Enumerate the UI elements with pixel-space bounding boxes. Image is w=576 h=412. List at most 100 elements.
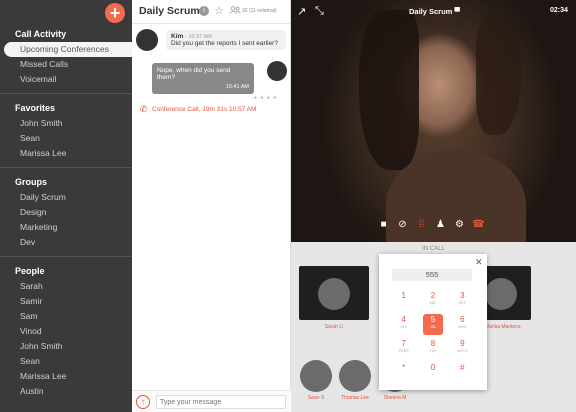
- sidebar-item-sarah[interactable]: Sarah: [0, 279, 132, 294]
- avatar: [267, 61, 287, 81]
- dial-key-letters: MNO: [458, 325, 467, 329]
- section-title-groups: Groups: [15, 177, 48, 187]
- video-title-text: Daily Scrum: [409, 7, 453, 16]
- in-call-label: IN CALL: [422, 246, 445, 252]
- star-icon[interactable]: ☆: [214, 4, 224, 17]
- dial-key-letters: JKL: [429, 325, 436, 329]
- dial-key-digit: 7: [401, 339, 406, 348]
- participant-sarah-li[interactable]: Sarah Li: [318, 278, 350, 330]
- sidebar-item-sean[interactable]: Sean: [0, 131, 132, 146]
- dial-key-digit: 6: [460, 315, 465, 324]
- collapse-icon[interactable]: ⤡: [315, 5, 324, 18]
- dial-key-digit: 0: [430, 363, 436, 372]
- info-icon[interactable]: i: [199, 6, 209, 16]
- dial-key-digit: *: [402, 363, 406, 372]
- section-title-favorites: Favorites: [15, 103, 56, 113]
- dialpad-display[interactable]: 555: [392, 269, 472, 281]
- sidebar-item-marissa-lee-people[interactable]: Marissa Lee: [0, 369, 132, 384]
- attach-button[interactable]: ↑: [136, 395, 150, 409]
- dial-key-4[interactable]: 4 GHI: [389, 314, 418, 335]
- dial-key-digit: 1: [401, 291, 406, 300]
- sidebar-item-john-smith-people[interactable]: John Smith: [0, 339, 132, 354]
- dial-key-5[interactable]: 5 JKL: [422, 314, 443, 335]
- call-controls: ■ ⊘ ⁞⁞ ♟ ⚙ ☎: [377, 218, 485, 232]
- message-time: 10:41 AM: [225, 84, 249, 90]
- video-subject: [359, 10, 419, 170]
- participant-name: Sarah Li: [324, 324, 344, 330]
- dial-key-8[interactable]: 8 TUV: [418, 338, 447, 359]
- dial-key-digit: 2: [430, 291, 436, 300]
- dial-key-6[interactable]: 6 MNO: [448, 314, 477, 335]
- participant-count[interactable]: 32 (11 external): [242, 8, 277, 14]
- sidebar-item-sam[interactable]: Sam: [0, 309, 132, 324]
- phone-call-icon: ✆: [140, 104, 148, 114]
- message-text: Nope, when did you send them?: [157, 67, 231, 81]
- close-icon[interactable]: ✕: [475, 257, 483, 268]
- call-timer: 02:34: [550, 7, 568, 14]
- sidebar: + Call Activity Upcoming Conferences Mis…: [0, 0, 132, 412]
- avatar: [485, 278, 517, 310]
- mute-microphone-icon[interactable]: ⊘: [396, 218, 409, 231]
- dial-key-7[interactable]: 7 PQRS: [389, 338, 418, 359]
- dial-key-2[interactable]: 2 ABC: [418, 290, 447, 311]
- sidebar-item-sean-people[interactable]: Sean: [0, 354, 132, 369]
- sidebar-item-upcoming-conferences[interactable]: Upcoming Conferences: [4, 42, 132, 57]
- divider: [0, 167, 132, 168]
- sidebar-item-samir[interactable]: Samir: [0, 294, 132, 309]
- message-input[interactable]: [156, 395, 286, 409]
- dial-key-star[interactable]: *: [389, 362, 418, 383]
- video-title: Daily Scrum ▀: [409, 7, 460, 16]
- dialpad-keys: 1 2 ABC 3 DEF 4 GHI 5 JKL 6 MNO 7 PQRS 8 TUV 9W…: [389, 290, 477, 383]
- dial-key-letters: GHI: [400, 325, 407, 329]
- sidebar-item-daily-scrum[interactable]: Daily Scrum: [0, 190, 132, 205]
- video-subject: [476, 15, 521, 135]
- chat-panel: Daily Scrum i ☆ 32 (11 external) Kim - 1…: [132, 0, 291, 412]
- participant-thomas-lee[interactable]: Thomas Lee: [339, 360, 371, 401]
- add-person-icon[interactable]: ♟: [434, 218, 447, 231]
- settings-gear-icon[interactable]: ⚙: [453, 218, 466, 231]
- dial-key-3[interactable]: 3 DEF: [448, 290, 477, 311]
- call-log-text: Conference Call, 19m 31s: [152, 106, 228, 113]
- dial-key-digit: 8: [430, 339, 436, 348]
- participant-name: Marisa Manteca: [485, 324, 521, 330]
- message-text: Did you get the reports I sent earlier?: [171, 40, 278, 47]
- chat-bubble-icon[interactable]: ▀: [454, 7, 459, 16]
- sidebar-item-dev[interactable]: Dev: [0, 235, 132, 250]
- sidebar-item-austin[interactable]: Austin: [0, 384, 132, 399]
- chat-title: Daily Scrum: [139, 5, 200, 17]
- dial-key-letters: PQRS: [398, 349, 409, 353]
- sidebar-item-vinod[interactable]: Vinod: [0, 324, 132, 339]
- add-button[interactable]: +: [105, 3, 125, 23]
- sidebar-item-missed-calls[interactable]: Missed Calls: [0, 57, 132, 72]
- sidebar-item-marissa-lee[interactable]: Marissa Lee: [0, 146, 132, 161]
- sidebar-item-john-smith[interactable]: John Smith: [0, 116, 132, 131]
- sidebar-topbar: +: [0, 0, 132, 24]
- video-stream: ↗ ⤡ Daily Scrum ▀ 02:34 ■ ⊘ ⁞⁞ ♟ ⚙ ☎: [291, 0, 576, 242]
- dialpad-popup: ✕ 555 1 2 ABC 3 DEF 4 GHI 5 JKL 6 MNO 7 PQRS 8…: [379, 254, 487, 390]
- chat-header: Daily Scrum i ☆ 32 (11 external): [132, 0, 290, 24]
- hang-up-icon[interactable]: ☎: [472, 218, 485, 231]
- dial-key-hash[interactable]: #: [448, 362, 477, 383]
- dial-key-digit: 3: [460, 291, 465, 300]
- camera-icon[interactable]: ■: [377, 218, 390, 231]
- people-icon[interactable]: [229, 6, 241, 14]
- sidebar-item-design[interactable]: Design: [0, 205, 132, 220]
- dial-key-letters: +: [431, 373, 435, 377]
- dial-key-digit: #: [460, 363, 465, 372]
- dial-key-0[interactable]: 0 +: [418, 362, 447, 383]
- avatar: [136, 29, 158, 51]
- dial-key-1[interactable]: 1: [389, 290, 418, 311]
- dialpad-icon[interactable]: ⁞⁞: [415, 218, 428, 231]
- expand-icon[interactable]: ↗: [297, 5, 306, 18]
- sidebar-item-marketing[interactable]: Marketing: [0, 220, 132, 235]
- participant-marisa-manteca[interactable]: Marisa Manteca: [485, 278, 521, 330]
- dial-key-9[interactable]: 9 WXYZ: [448, 338, 477, 359]
- sidebar-item-voicemail[interactable]: Voicemail: [0, 72, 132, 87]
- dial-key-letters: ABC: [429, 301, 437, 305]
- call-log-entry[interactable]: Conference Call, 19m 31s 10:57 AM: [152, 106, 256, 113]
- participant-sean-s[interactable]: Sean S: [300, 360, 332, 401]
- read-receipts-icon: ● ● ● ●: [254, 95, 278, 101]
- divider: [0, 93, 132, 94]
- message-incoming: Kim - 10:37 AM Did you get the reports I…: [166, 30, 286, 50]
- section-title-people: People: [15, 266, 45, 276]
